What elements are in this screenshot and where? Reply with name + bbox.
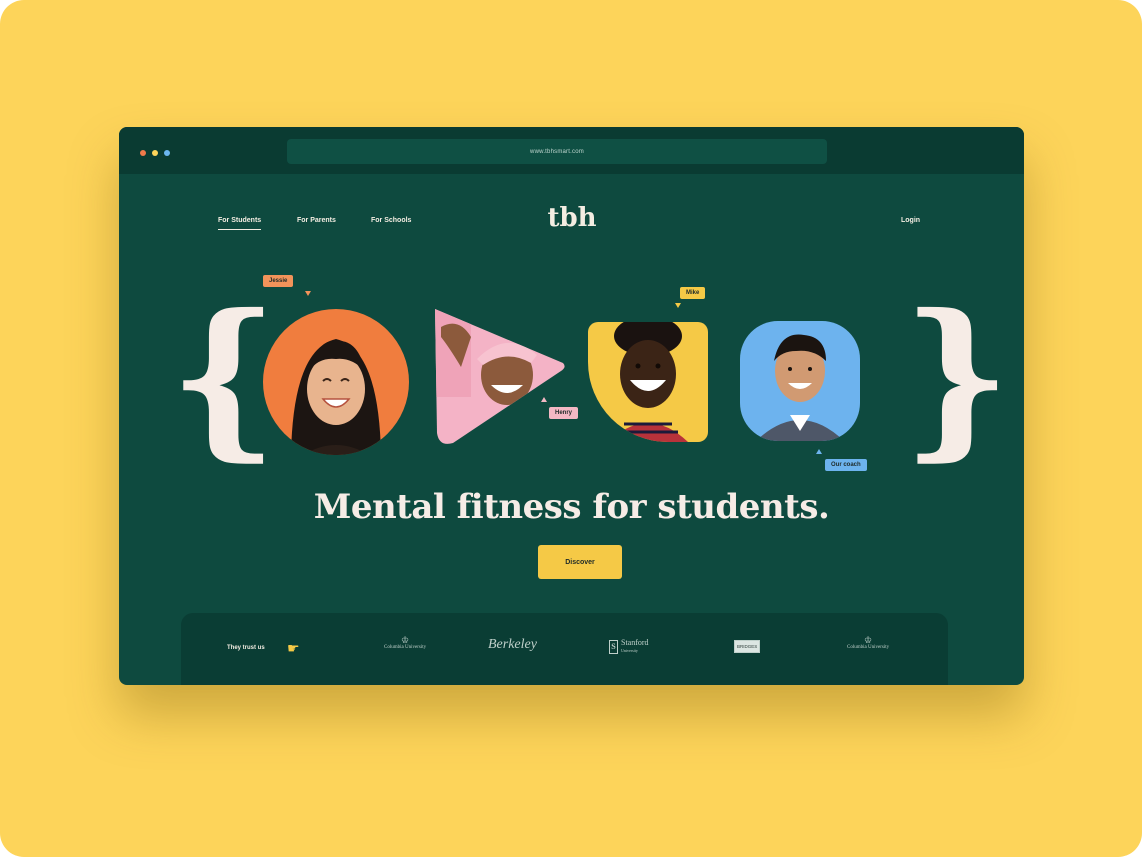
stanford-mark-icon: S (609, 640, 618, 654)
trust-label: They trust us (227, 645, 265, 651)
partner-logo-columbia-2: ♔ Columbia University (847, 635, 890, 650)
partner-logo-bridges: BRIDGES (734, 640, 761, 653)
hero-headline: Mental fitness for students. (313, 487, 830, 527)
tag-henry-pointer (541, 397, 547, 402)
tag-jessie-pointer (305, 291, 311, 296)
partner-logo-columbia: ♔ Columbia University (384, 635, 427, 650)
left-brace-decoration: { (169, 277, 279, 477)
background-card: www.tbhsmart.com For Students For Parent… (0, 0, 1142, 857)
crown-icon: ♔ (401, 635, 410, 645)
maximize-window-icon[interactable] (164, 150, 170, 156)
crown-icon: ♔ (864, 635, 873, 645)
nav-for-schools[interactable]: For Schools (371, 217, 411, 224)
tag-mike-pointer (675, 303, 681, 308)
login-link[interactable]: Login (901, 217, 920, 224)
browser-window: www.tbhsmart.com For Students For Parent… (119, 127, 1024, 685)
tag-coach: Our coach (825, 459, 867, 471)
address-bar[interactable]: www.tbhsmart.com (287, 139, 827, 164)
trust-bar: They trust us ☛ ♔ Columbia University Be… (181, 613, 948, 685)
right-brace-decoration: } (902, 277, 1012, 477)
partner-logo-stanford: S Stanford University (609, 639, 649, 655)
avatar-jessie (263, 309, 409, 455)
avatar-mike (588, 322, 708, 442)
nav-for-students[interactable]: For Students (218, 217, 262, 230)
pointing-hand-icon: ☛ (287, 640, 300, 656)
avatar-henry (431, 307, 567, 445)
tag-jessie: Jessie (263, 275, 294, 287)
avatar-coach (740, 321, 860, 441)
address-bar-url: www.tbhsmart.com (530, 148, 584, 155)
tag-coach-pointer (816, 449, 822, 454)
tag-henry: Henry (549, 407, 579, 419)
minimize-window-icon[interactable] (152, 150, 158, 156)
browser-toolbar: www.tbhsmart.com (119, 127, 1024, 174)
partner-logo-berkeley: Berkeley (488, 637, 537, 652)
tag-mike: Mike (680, 287, 706, 299)
discover-button[interactable]: Discover (538, 545, 622, 579)
close-window-icon[interactable] (140, 150, 146, 156)
nav-for-parents[interactable]: For Parents (297, 217, 336, 224)
brand-logo[interactable]: tbh (536, 201, 608, 239)
